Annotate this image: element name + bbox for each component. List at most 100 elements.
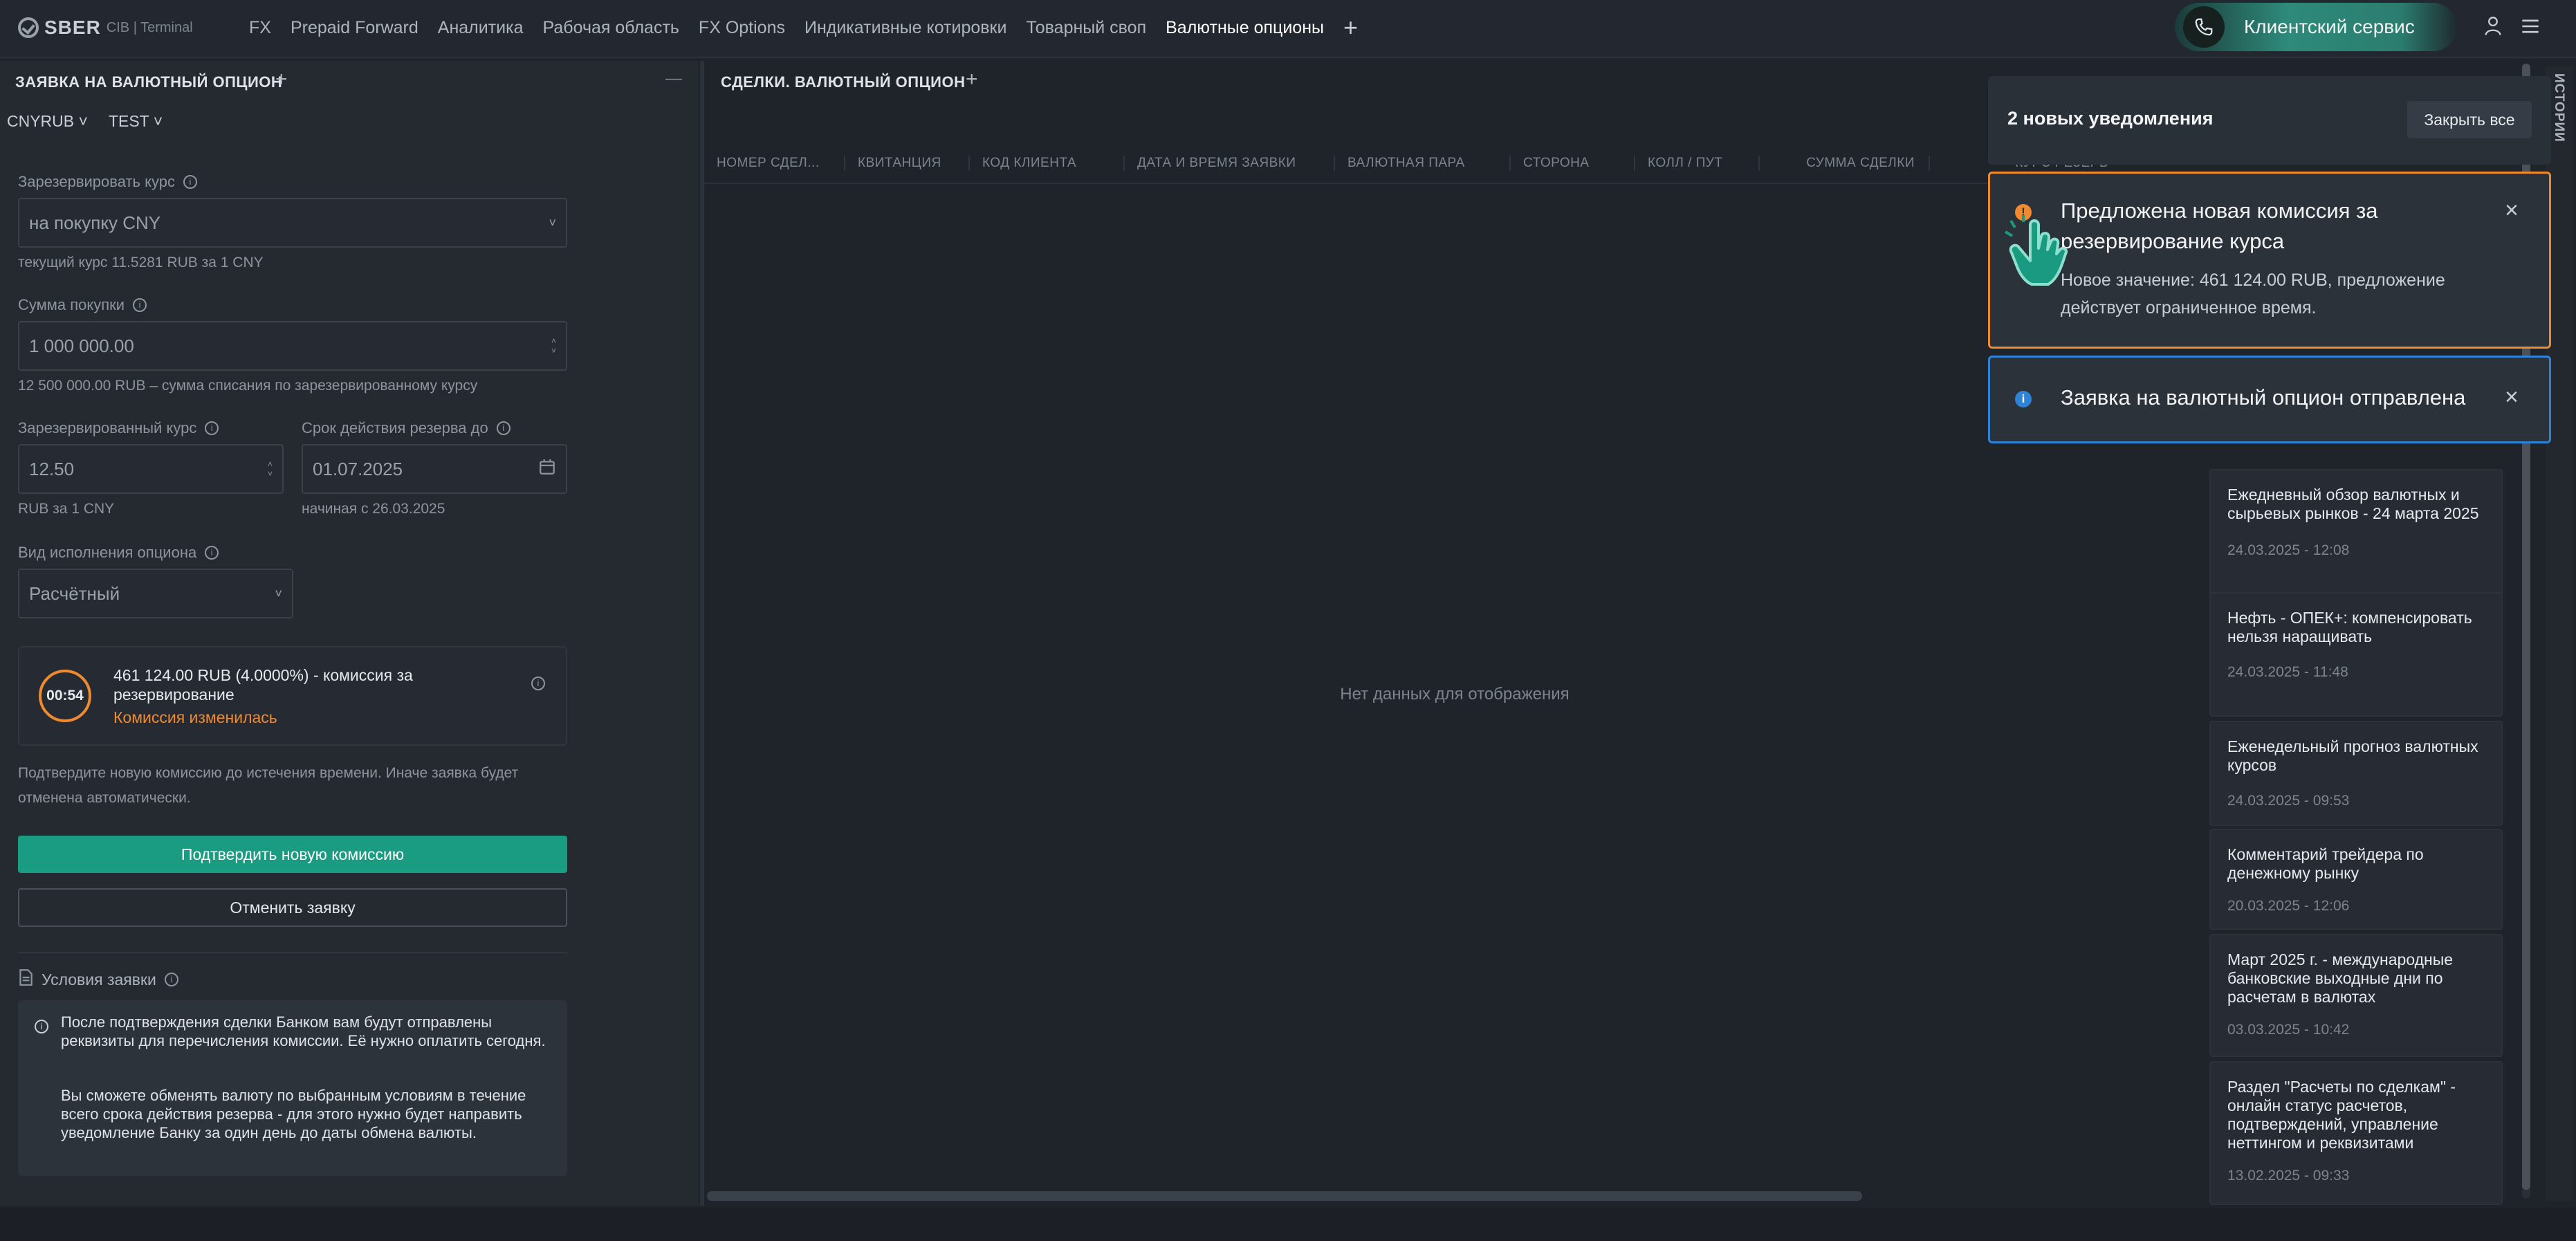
nav-analytics[interactable]: Аналитика bbox=[438, 18, 524, 38]
main-nav: FX Prepaid Forward Аналитика Рабочая обл… bbox=[249, 0, 1358, 55]
horizontal-scrollbar[interactable] bbox=[707, 1191, 1862, 1201]
column-deal-amount[interactable]: СУММА СДЕЛКИ bbox=[1758, 156, 1929, 171]
news-title: Раздел "Расчеты по сделкам" - онлайн ста… bbox=[2227, 1078, 2456, 1152]
conditions-paragraph-2: Вы сможете обменять валюту по выбранным … bbox=[61, 1087, 526, 1141]
user-icon[interactable] bbox=[2479, 12, 2507, 40]
confirm-commission-hint: Подтвердите новую комиссию до истечения … bbox=[18, 765, 519, 806]
reserve-start-hint: начиная с 26.03.2025 bbox=[302, 501, 445, 517]
column-receipt[interactable]: КВИТАНЦИЯ bbox=[844, 156, 968, 171]
nav-workspace[interactable]: Рабочая область bbox=[543, 18, 679, 38]
info-icon[interactable]: i bbox=[205, 421, 219, 435]
debit-amount-hint: 12 500 000.00 RUB – сумма списания по за… bbox=[18, 378, 478, 394]
reserve-term-date-input[interactable]: 01.07.2025 bbox=[302, 444, 567, 494]
column-request-datetime[interactable]: ДАТА И ВРЕМЯ ЗАЯВКИ bbox=[1123, 156, 1334, 171]
add-deals-panel-button[interactable]: + bbox=[966, 68, 978, 91]
column-currency-pair[interactable]: ВАЛЮТНАЯ ПАРА bbox=[1334, 156, 1509, 171]
table-header-divider bbox=[704, 183, 2205, 184]
notifications-header: 2 новых уведомления Закрыть все bbox=[1988, 76, 2551, 165]
nav-currency-options[interactable]: Валютные опционы bbox=[1166, 18, 1324, 38]
execution-type-select[interactable]: Расчётный ˅ bbox=[18, 569, 293, 618]
phone-icon bbox=[2183, 6, 2225, 48]
client-service-label: Клиентский сервис bbox=[2244, 16, 2415, 37]
logo[interactable]: SBER CIB | Terminal bbox=[18, 14, 193, 42]
news-date: 20.03.2025 - 12:06 bbox=[2227, 898, 2350, 914]
notification-commission-proposed: ! Предложена новая комиссия за резервиро… bbox=[1988, 172, 2551, 349]
account-selector[interactable]: TEST ˅ bbox=[109, 112, 163, 131]
news-title: Март 2025 г. - международные банковские … bbox=[2227, 950, 2454, 1006]
news-card[interactable]: Комментарий трейдера по денежному рынку … bbox=[2209, 829, 2503, 930]
reserve-direction-select[interactable]: на покупку CNY ˅ bbox=[18, 198, 567, 248]
news-card[interactable]: Нефть - ОПЕК+: компенсировать нельзя нар… bbox=[2209, 592, 2503, 717]
client-service-button[interactable]: Клиентский сервис bbox=[2175, 3, 2457, 51]
current-rate-hint: текущий курс 11.5281 RUB за 1 CNY bbox=[18, 255, 264, 270]
reserved-rate-label-text: Зарезервированный курс bbox=[18, 419, 197, 436]
chevron-down-icon: ˅ bbox=[78, 112, 88, 130]
collapse-panel-button[interactable]: — bbox=[665, 69, 682, 89]
column-side[interactable]: СТОРОНА bbox=[1509, 156, 1634, 171]
reserve-rate-label-text: Зарезервировать курс bbox=[18, 173, 175, 190]
chevron-down-icon: ˅ bbox=[153, 112, 163, 130]
panel-splitter[interactable] bbox=[700, 61, 704, 1206]
close-icon[interactable]: × bbox=[2505, 197, 2519, 224]
close-icon[interactable]: × bbox=[2505, 384, 2519, 411]
chevron-up-icon[interactable]: ˄ bbox=[551, 336, 556, 346]
column-call-put[interactable]: КОЛЛ / ПУТ bbox=[1634, 156, 1758, 171]
news-card[interactable]: Март 2025 г. - международные банковские … bbox=[2209, 934, 2503, 1057]
countdown-timer: 00:54 bbox=[39, 670, 91, 722]
add-panel-button[interactable]: + bbox=[275, 68, 288, 91]
info-icon: i bbox=[35, 1020, 48, 1033]
add-tab-button[interactable]: + bbox=[1343, 13, 1358, 42]
info-icon[interactable]: i bbox=[133, 298, 147, 312]
execution-type-value: Расчётный bbox=[29, 582, 120, 604]
deals-title: СДЕЛКИ. ВАЛЮТНЫЙ ОПЦИОН bbox=[721, 73, 966, 91]
news-title: Ежедневный обзор валютных и сырьевых рын… bbox=[2227, 486, 2479, 522]
reserve-term-label-text: Срок действия резерва до bbox=[302, 419, 488, 436]
notification-request-sent: i Заявка на валютный опцион отправлена × bbox=[1988, 356, 2551, 443]
commission-changed-text: Комиссия изменилась bbox=[113, 708, 277, 726]
conditions-title: Условия заявки bbox=[42, 970, 156, 989]
nav-prepaid-forward[interactable]: Prepaid Forward bbox=[291, 18, 418, 38]
news-card[interactable]: Раздел "Расчеты по сделкам" - онлайн ста… bbox=[2209, 1061, 2503, 1205]
account-value: TEST bbox=[108, 112, 149, 130]
news-title: Комментарий трейдера по денежному рынку bbox=[2227, 845, 2424, 882]
info-icon[interactable]: i bbox=[205, 546, 219, 560]
column-client-code[interactable]: КОД КЛИЕНТА bbox=[968, 156, 1123, 171]
news-date: 03.03.2025 - 10:42 bbox=[2227, 1022, 2350, 1038]
cancel-request-button[interactable]: Отменить заявку bbox=[18, 888, 567, 927]
info-icon[interactable]: i bbox=[183, 175, 197, 189]
news-title: Нефть - ОПЕК+: компенсировать нельзя нар… bbox=[2227, 609, 2472, 645]
pair-account-row: CNYRUB ˅ TEST ˅ bbox=[7, 112, 163, 131]
reserve-direction-value: на покупку CNY bbox=[29, 212, 161, 233]
reserved-rate-label: Зарезервированный курс i bbox=[18, 419, 219, 437]
calendar-icon[interactable] bbox=[538, 458, 556, 481]
purchase-amount-label: Сумма покупки i bbox=[18, 296, 147, 314]
info-icon[interactable]: i bbox=[496, 421, 510, 435]
column-deal-number[interactable]: НОМЕР СДЕЛ... bbox=[704, 156, 844, 171]
chevron-down-icon: ˅ bbox=[275, 586, 282, 600]
nav-commodity-swap[interactable]: Товарный своп bbox=[1026, 18, 1146, 38]
news-card[interactable]: Еженедельный прогноз валютных курсов 24.… bbox=[2209, 721, 2503, 826]
news-title: Еженедельный прогноз валютных курсов bbox=[2227, 737, 2478, 774]
commission-box: 00:54 461 124.00 RUB (4.0000%) - комисси… bbox=[18, 646, 567, 746]
reserved-rate-input[interactable]: 12.50 ˄ ˅ bbox=[18, 444, 284, 494]
chevron-up-icon[interactable]: ˄ bbox=[268, 459, 273, 469]
notifications-count: 2 новых уведомления bbox=[2007, 108, 2214, 129]
chevron-down-icon[interactable]: ˅ bbox=[551, 346, 556, 356]
purchase-amount-input[interactable]: 1 000 000.00 ˄ ˅ bbox=[18, 321, 567, 371]
close-all-button[interactable]: Закрыть все bbox=[2407, 101, 2532, 138]
info-icon[interactable]: i bbox=[531, 677, 545, 690]
rate-unit-hint: RUB за 1 CNY bbox=[18, 501, 115, 517]
execution-type-label: Вид исполнения опциона i bbox=[18, 544, 219, 562]
nav-fx-options[interactable]: FX Options bbox=[699, 18, 785, 38]
info-icon[interactable]: i bbox=[164, 973, 178, 986]
amount-stepper[interactable]: ˄ ˅ bbox=[551, 336, 556, 356]
rate-stepper[interactable]: ˄ ˅ bbox=[268, 459, 273, 479]
menu-icon[interactable] bbox=[2517, 12, 2544, 40]
execution-type-label-text: Вид исполнения опциона bbox=[18, 544, 197, 561]
info-icon: i bbox=[2015, 391, 2032, 407]
currency-pair-selector[interactable]: CNYRUB ˅ bbox=[7, 112, 88, 131]
chevron-down-icon[interactable]: ˅ bbox=[268, 469, 273, 479]
nav-indicative-quotes[interactable]: Индикативные котировки bbox=[804, 18, 1006, 38]
nav-fx[interactable]: FX bbox=[249, 18, 271, 38]
confirm-commission-button[interactable]: Подтвердить новую комиссию bbox=[18, 836, 567, 873]
